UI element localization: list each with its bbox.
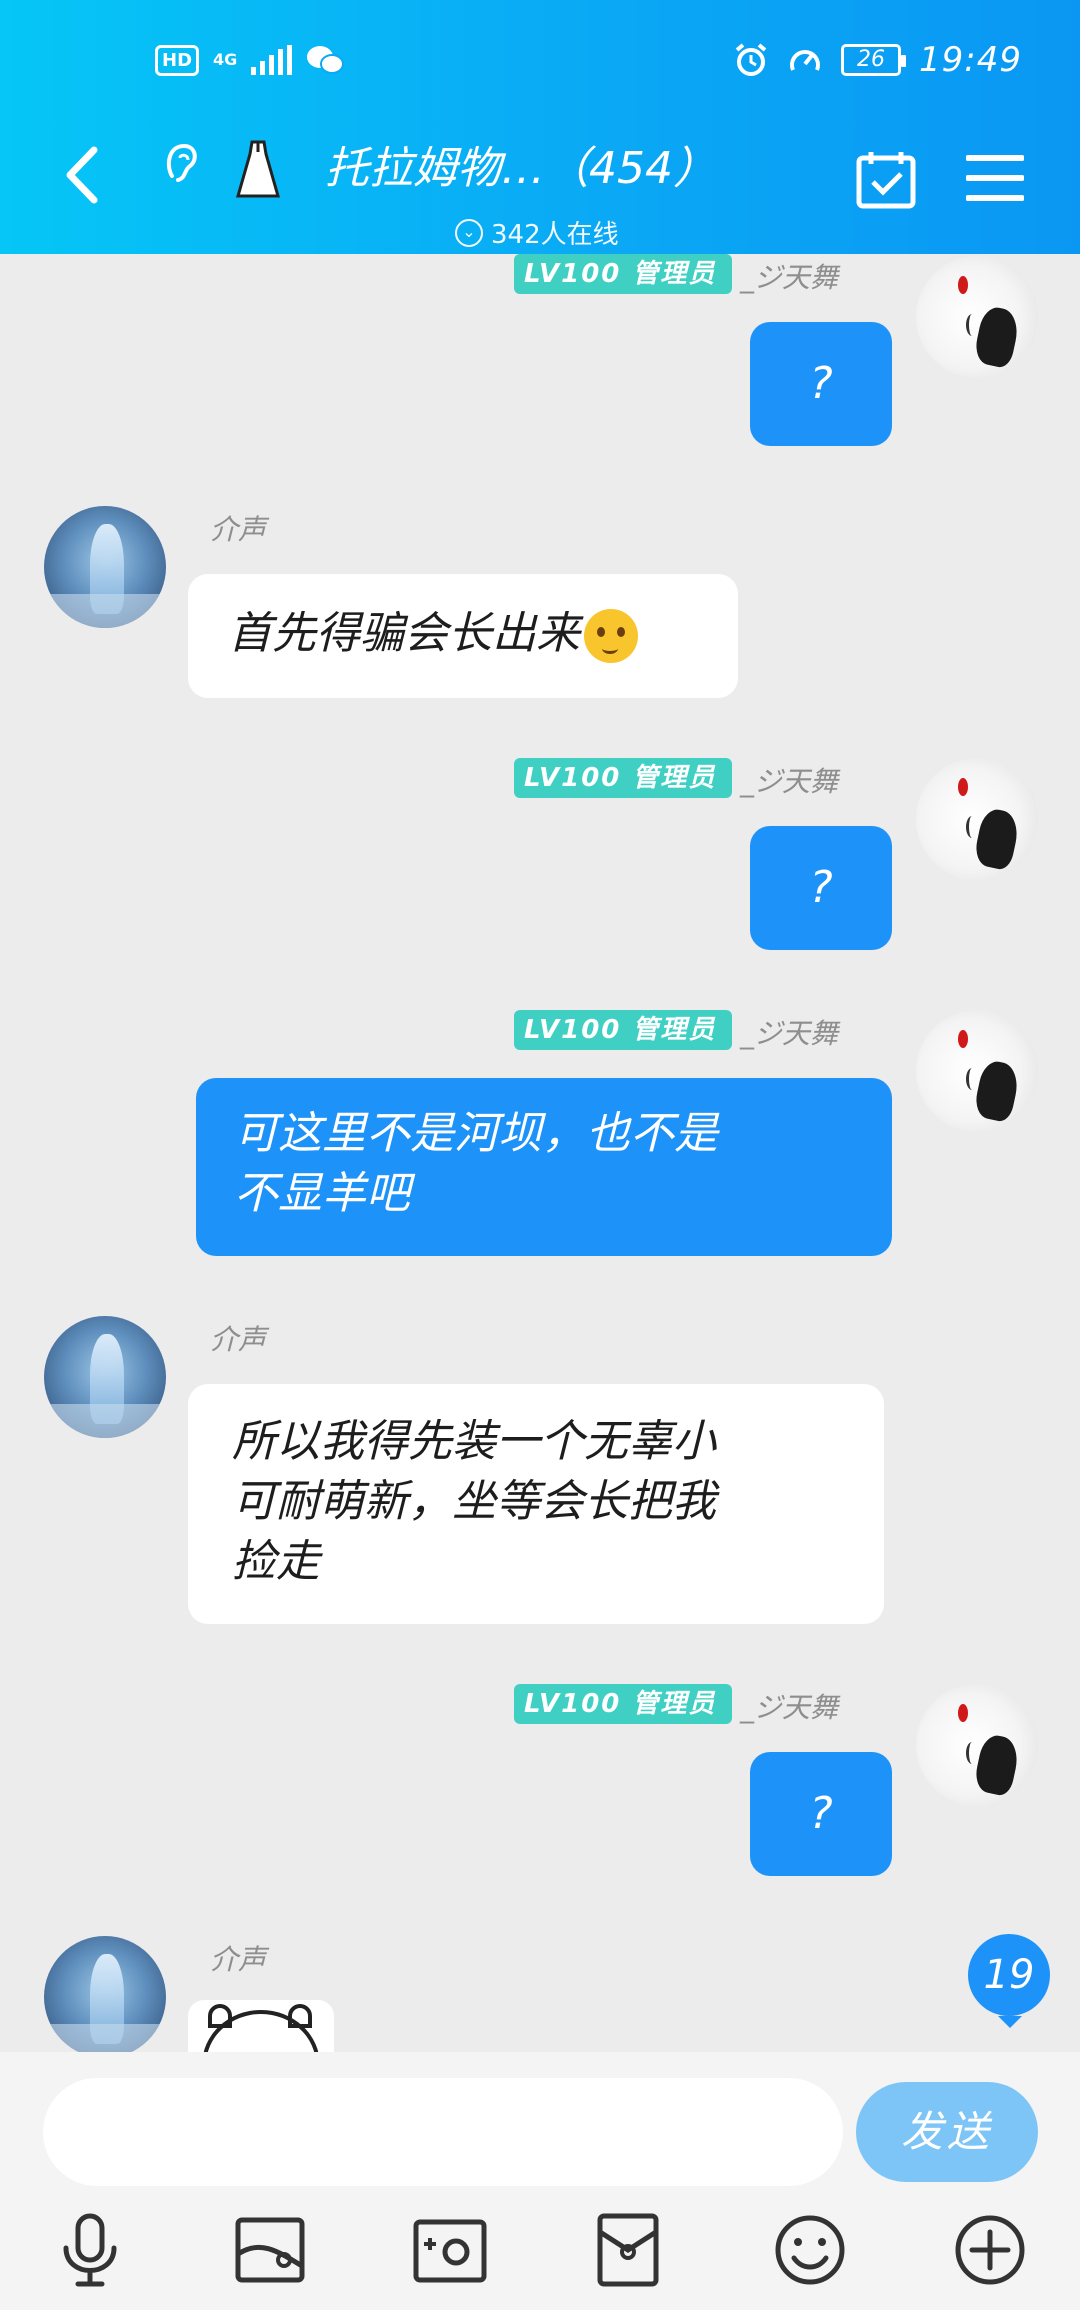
- emoji-icon[interactable]: [770, 2210, 850, 2290]
- other-avatar[interactable]: [44, 1316, 166, 1438]
- status-time: 19:49: [919, 40, 1022, 80]
- status-bar: HD 4G 26 19:49: [0, 38, 1080, 88]
- message-line: 可耐萌新，坐等会长把我: [232, 1476, 716, 1527]
- thinking-emoji-icon: [584, 609, 638, 663]
- admin-badge: LV100 管理员: [514, 254, 732, 294]
- sender-name: _ジ天舞: [740, 1017, 839, 1050]
- chevron-down-icon: ⌄: [455, 218, 483, 247]
- self-avatar[interactable]: [916, 1010, 1038, 1132]
- self-avatar[interactable]: [916, 1684, 1038, 1806]
- speed-icon: [790, 50, 820, 71]
- message-line: 捡走: [232, 1536, 320, 1587]
- online-label: 342人在线: [491, 220, 619, 250]
- battery-indicator: 26: [841, 44, 907, 76]
- ear-icon[interactable]: [162, 140, 202, 190]
- sender-name: 介声: [210, 1323, 267, 1356]
- sender-name: 介声: [210, 513, 267, 546]
- input-toolbar: [0, 2210, 1080, 2300]
- self-avatar[interactable]: [916, 758, 1038, 880]
- online-count[interactable]: ⌄ 342人在线: [455, 214, 619, 251]
- message-bubble[interactable]: 可这里不是河坝，也不是 不显羊吧: [196, 1078, 892, 1256]
- message-bubble[interactable]: ?: [750, 322, 892, 446]
- message-line: 所以我得先装一个无辜小: [232, 1416, 716, 1467]
- unread-count-badge[interactable]: 19: [968, 1934, 1050, 2028]
- network-type: 4G: [213, 50, 238, 69]
- sender-name: 介声: [210, 1943, 267, 1976]
- message-input[interactable]: [43, 2078, 843, 2186]
- other-avatar[interactable]: [44, 506, 166, 628]
- camera-icon[interactable]: [410, 2210, 490, 2290]
- group-avatar-icon: [236, 140, 280, 198]
- menu-icon[interactable]: [966, 152, 1024, 204]
- microphone-icon[interactable]: [50, 2210, 130, 2290]
- other-avatar[interactable]: [44, 1936, 166, 2058]
- chat-header: HD 4G 26 19:49 托拉姆物…（454） ⌄ 342人在线: [0, 0, 1080, 254]
- message-bubble[interactable]: 首先得骗会长出来: [188, 574, 738, 698]
- admin-badge: LV100 管理员: [514, 1684, 732, 1724]
- plus-icon[interactable]: [950, 2210, 1030, 2290]
- sender-name: _ジ天舞: [740, 765, 839, 798]
- image-icon[interactable]: [230, 2210, 310, 2290]
- group-title[interactable]: 托拉姆物…（454）: [325, 132, 717, 196]
- hd-indicator: HD: [155, 44, 200, 76]
- message-text: 首先得骗会长出来: [228, 608, 580, 659]
- red-packet-icon[interactable]: [588, 2210, 668, 2290]
- composer-bar: 发送: [0, 2052, 1080, 2310]
- sticker-message[interactable]: [188, 2000, 334, 2056]
- admin-badge: LV100 管理员: [514, 1010, 732, 1050]
- signal-icon: [251, 45, 293, 75]
- wechat-icon: [307, 46, 345, 74]
- message-line: 不显羊吧: [234, 1168, 410, 1219]
- send-button[interactable]: 发送: [856, 2082, 1038, 2182]
- alarm-icon: [735, 43, 767, 76]
- back-icon[interactable]: [58, 140, 108, 210]
- admin-badge: LV100 管理员: [514, 758, 732, 798]
- message-bubble[interactable]: ?: [750, 1752, 892, 1876]
- message-bubble[interactable]: 所以我得先装一个无辜小 可耐萌新，坐等会长把我 捡走: [188, 1384, 884, 1624]
- self-avatar[interactable]: [916, 256, 1038, 378]
- message-bubble[interactable]: ?: [750, 826, 892, 950]
- calendar-check-icon[interactable]: [855, 148, 917, 210]
- sender-name: _ジ天舞: [740, 261, 839, 294]
- message-line: 可这里不是河坝，也不是: [234, 1108, 718, 1159]
- sender-name: _ジ天舞: [740, 1691, 839, 1724]
